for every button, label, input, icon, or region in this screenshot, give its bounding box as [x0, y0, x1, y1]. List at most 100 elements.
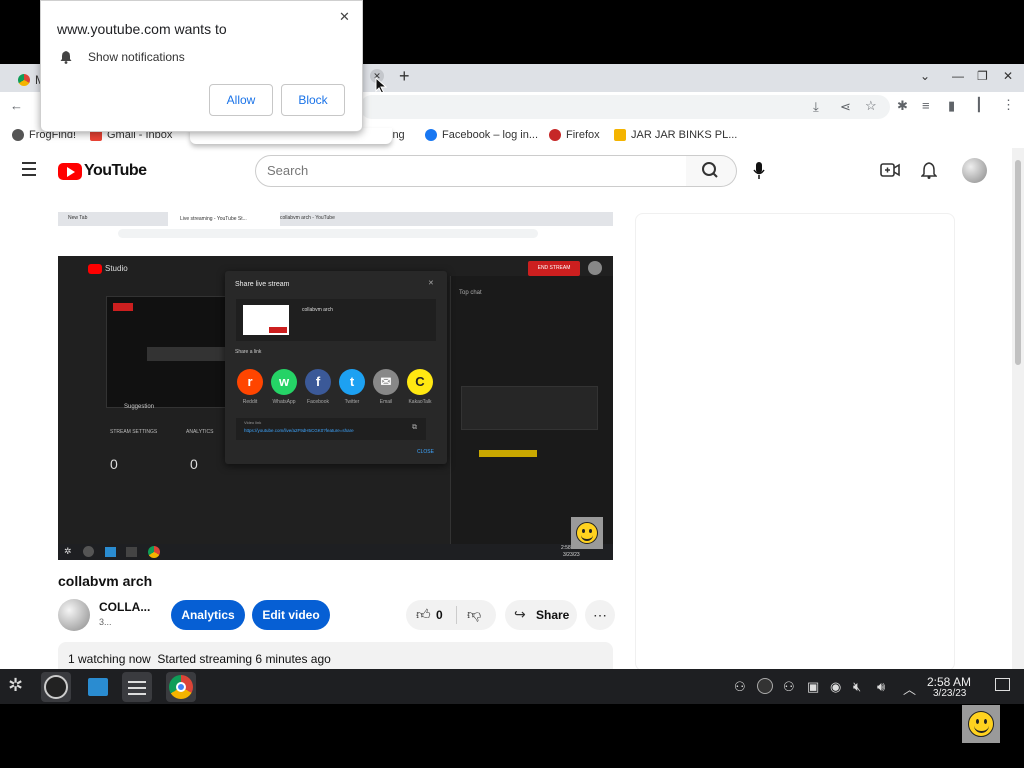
allow-button[interactable]: Allow: [209, 84, 273, 116]
chrome-icon: [18, 74, 30, 86]
analytics-tab: ANALYTICS: [186, 429, 214, 435]
search-button[interactable]: [686, 155, 737, 187]
mute-tray-icon[interactable]: 🔇︎: [853, 679, 861, 695]
share-facebook-icon: f: [305, 369, 331, 395]
notifications-bell-icon[interactable]: [921, 161, 937, 179]
maximize-button[interactable]: ❐: [977, 69, 988, 83]
menu-icon[interactable]: ⋮: [1002, 97, 1015, 113]
share-twitter-icon: t: [339, 369, 365, 395]
like-dislike-group: 👍︎ 0 👎︎: [406, 600, 496, 630]
side-panel-icon[interactable]: ▮: [948, 98, 955, 114]
video-link: https://youtube.com/live/a2F9dH5CGK0?fea…: [244, 428, 354, 433]
media-tray-icon[interactable]: ◉: [830, 679, 841, 695]
share-target-label: Reddit: [242, 399, 258, 405]
video-title: collabvm arch: [58, 573, 153, 589]
share-reddit-icon: r: [237, 369, 263, 395]
bookmark-star-icon[interactable]: ☆: [865, 98, 877, 114]
more-actions-button[interactable]: ⋯: [585, 600, 615, 630]
youtube-logo-icon[interactable]: [58, 163, 82, 180]
like-thumb-icon[interactable]: 👍︎: [416, 606, 431, 623]
share-email-icon: ✉: [373, 369, 399, 395]
taskbar-file-manager[interactable]: [83, 672, 113, 702]
share-target-label: Twitter: [344, 399, 360, 405]
install-icon[interactable]: ⤓: [813, 99, 819, 115]
reading-list-icon[interactable]: ≡: [922, 98, 930, 113]
start-menu-icon[interactable]: ✲: [8, 675, 23, 696]
tab-search-button[interactable]: ⌄: [920, 69, 930, 83]
microphone-icon[interactable]: [752, 161, 766, 181]
bookmark-partial[interactable]: ing: [390, 122, 405, 148]
share-dialog-close-icon: ✕: [428, 280, 434, 287]
embedded-bookmarks: [58, 242, 613, 257]
hamburger-menu-icon[interactable]: [22, 162, 36, 176]
share-video-name: collabvm arch: [302, 307, 333, 313]
obs-tray-icon[interactable]: [757, 678, 773, 694]
scrollbar-track[interactable]: [1012, 148, 1024, 669]
permission-label: Show notifications: [88, 50, 185, 64]
embedded-taskbar: ✲ 2:58 AM 3/23/23: [58, 544, 613, 560]
back-arrow-icon[interactable]: ←: [10, 98, 23, 113]
embedded-tab: New Tab: [68, 215, 88, 221]
smiley-face-icon: [576, 522, 598, 544]
embedded-address-bar: [58, 226, 613, 242]
taskbar-chrome[interactable]: [166, 672, 196, 702]
profile-icon[interactable]: ┃: [975, 97, 983, 113]
create-video-icon[interactable]: [880, 162, 900, 178]
embedded-tab-active: Live streaming - YouTube St...: [168, 212, 280, 226]
share-icon[interactable]: ⋖: [840, 99, 851, 115]
bookmark-label: ing: [390, 129, 405, 141]
youtube-logo-text[interactable]: YouTube: [84, 162, 147, 180]
analytics-button[interactable]: Analytics: [171, 600, 245, 630]
share-button[interactable]: ↪ Share: [505, 600, 577, 630]
video-player[interactable]: New Tab Live streaming - YouTube St... c…: [58, 212, 613, 560]
user-tray-icon[interactable]: ⚇: [734, 679, 746, 695]
bookmark-jarjar[interactable]: JAR JAR BINKS PL...: [614, 122, 737, 148]
share-target-label: Email: [379, 399, 393, 405]
stat-value: 0: [190, 456, 198, 472]
bookmark-facebook[interactable]: Facebook – log in...: [425, 122, 538, 148]
live-chat-panel: [635, 213, 955, 669]
suggestion-label: Suggestion: [124, 404, 155, 410]
popup-title: www.youtube.com wants to: [57, 21, 227, 37]
description-box[interactable]: 1 watching now Started streaming 6 minut…: [58, 642, 613, 669]
clock-time[interactable]: 2:58 AM: [927, 675, 971, 689]
search-icon: [702, 162, 718, 178]
user-avatar[interactable]: [962, 158, 987, 183]
frogfind-icon: [12, 129, 24, 142]
embedded-tab-bar: New Tab Live streaming - YouTube St... c…: [58, 212, 613, 226]
channel-avatar[interactable]: [58, 599, 90, 631]
chevron-up-icon[interactable]: ︿: [903, 679, 916, 698]
block-button[interactable]: Block: [281, 84, 345, 116]
volume-tray-icon[interactable]: 🔊︎: [877, 679, 885, 695]
dislike-thumb-icon[interactable]: 👎︎: [467, 606, 481, 623]
facebook-icon: [425, 129, 437, 142]
notification-permission-popup: www.youtube.com wants to ✕ Show notifica…: [40, 0, 363, 132]
clipboard-tray-icon[interactable]: ▣: [807, 679, 819, 695]
close-link: CLOSE: [417, 449, 434, 455]
edit-video-button[interactable]: Edit video: [252, 600, 330, 630]
taskbar-settings[interactable]: [122, 672, 152, 702]
network-tray-icon[interactable]: ⚇: [783, 679, 795, 695]
share-targets: r Reddit w WhatsApp f Facebook t Twitter ✉ Email C…: [225, 369, 447, 409]
scrollbar-thumb[interactable]: [1015, 160, 1021, 365]
video-link-box: Video link https://youtube.com/live/a2F9…: [236, 418, 426, 440]
search-box[interactable]: Search: [255, 155, 687, 187]
smiley-overlay: [962, 705, 1000, 743]
watching-status: 1 watching now Started streaming 6 minut…: [68, 652, 331, 666]
popup-close-icon[interactable]: ✕: [339, 9, 350, 25]
show-desktop-icon[interactable]: [995, 678, 1010, 691]
channel-name[interactable]: COLLA...: [99, 600, 150, 614]
browser-tab[interactable]: M: [8, 68, 45, 92]
new-tab-button[interactable]: +: [399, 66, 410, 87]
minimize-button[interactable]: —: [952, 69, 964, 83]
bookmark-firefox[interactable]: Firefox: [549, 122, 600, 148]
taskbar-obs[interactable]: [41, 672, 71, 702]
share-live-stream-dialog: Share live stream ✕ collabvm arch Share …: [225, 271, 447, 464]
clock-date[interactable]: 3/23/23: [933, 688, 966, 699]
omnibox[interactable]: [360, 95, 890, 119]
jarjar-icon: [614, 129, 626, 142]
extensions-icon[interactable]: ✱: [897, 98, 908, 114]
close-window-button[interactable]: ✕: [1003, 69, 1013, 83]
top-chat-label: Top chat: [459, 290, 482, 296]
search-placeholder: Search: [267, 163, 309, 178]
